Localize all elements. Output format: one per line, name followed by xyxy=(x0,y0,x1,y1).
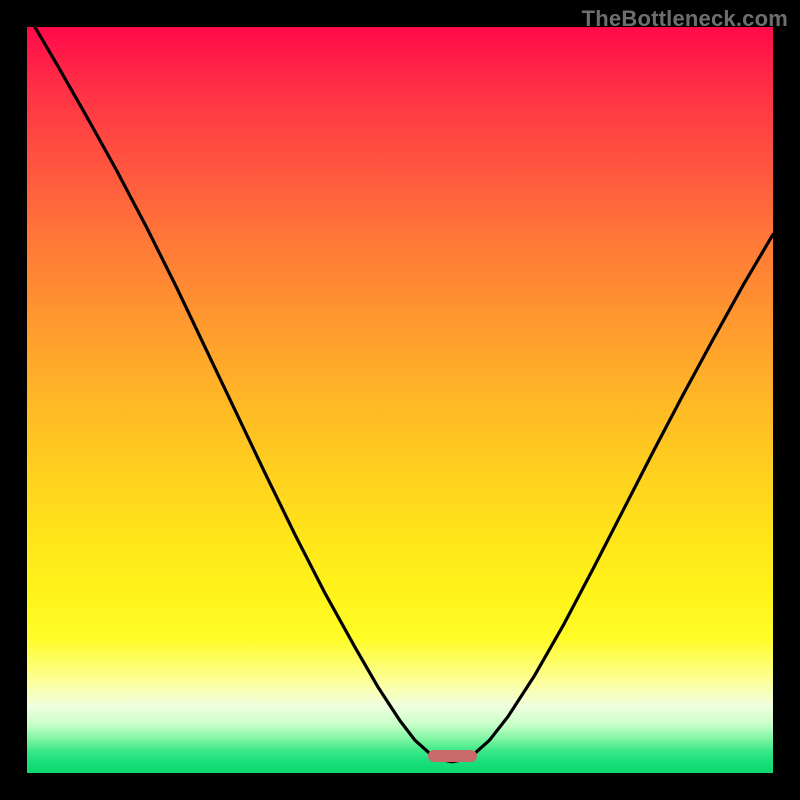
watermark-text: TheBottleneck.com xyxy=(582,6,788,32)
chart-frame: TheBottleneck.com xyxy=(0,0,800,800)
plot-area xyxy=(27,27,773,773)
bottleneck-curve xyxy=(27,27,773,773)
optimal-marker xyxy=(428,750,476,762)
